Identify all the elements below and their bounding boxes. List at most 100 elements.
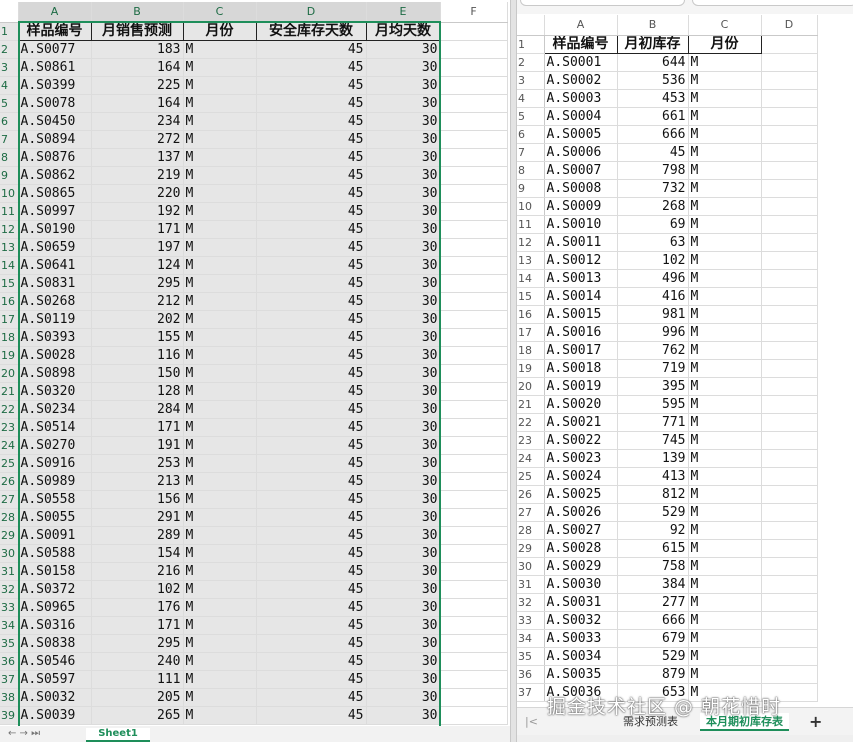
row-number[interactable]: 28 (0, 508, 19, 527)
table-cell[interactable]: M (183, 634, 257, 653)
empty-cell[interactable] (761, 575, 818, 594)
table-cell[interactable]: M (688, 107, 762, 126)
empty-cell[interactable] (440, 220, 508, 239)
table-cell[interactable]: A.S0035 (544, 665, 618, 684)
table-cell[interactable]: A.S0026 (544, 503, 618, 522)
table-cell[interactable]: A.S0514 (18, 418, 92, 437)
table-cell[interactable]: 116 (91, 346, 184, 365)
table-cell[interactable]: A.S0017 (544, 341, 618, 360)
table-cell[interactable]: M (688, 557, 762, 576)
table-cell[interactable]: A.S0861 (18, 58, 92, 77)
table-cell[interactable]: 45 (256, 634, 367, 653)
table-cell[interactable]: 124 (91, 256, 184, 275)
table-cell[interactable]: 45 (256, 310, 367, 329)
row-number[interactable]: 19 (0, 346, 19, 365)
empty-cell[interactable] (761, 323, 818, 342)
empty-cell[interactable] (440, 706, 508, 725)
table-cell[interactable]: A.S0119 (18, 310, 92, 329)
empty-cell[interactable] (440, 472, 508, 491)
table-cell[interactable]: A.S0077 (18, 40, 92, 59)
empty-cell[interactable] (440, 400, 508, 419)
table-cell[interactable]: 253 (91, 454, 184, 473)
empty-cell[interactable] (761, 107, 818, 126)
table-cell[interactable]: A.S0031 (544, 593, 618, 612)
column-title-cell[interactable]: 样品编号 (544, 35, 618, 54)
table-cell[interactable]: 30 (366, 328, 441, 347)
table-cell[interactable]: A.S0588 (18, 544, 92, 563)
table-cell[interactable]: M (183, 94, 257, 113)
table-cell[interactable]: 45 (256, 76, 367, 95)
table-cell[interactable]: A.S0013 (544, 269, 618, 288)
table-cell[interactable]: 45 (256, 454, 367, 473)
empty-cell[interactable] (761, 449, 818, 468)
empty-cell[interactable] (440, 292, 508, 311)
table-cell[interactable]: M (183, 400, 257, 419)
table-cell[interactable]: 45 (256, 94, 367, 113)
empty-cell[interactable] (761, 179, 818, 198)
table-cell[interactable]: A.S0030 (544, 575, 618, 594)
table-cell[interactable]: M (183, 652, 257, 671)
empty-cell[interactable] (440, 58, 508, 77)
table-cell[interactable]: 155 (91, 328, 184, 347)
row-number[interactable]: 4 (517, 89, 545, 108)
table-cell[interactable]: 30 (366, 418, 441, 437)
table-cell[interactable]: 719 (617, 359, 689, 378)
row-number[interactable]: 3 (517, 71, 545, 90)
table-cell[interactable]: M (688, 521, 762, 540)
table-cell[interactable]: M (688, 341, 762, 360)
table-cell[interactable]: 45 (256, 184, 367, 203)
empty-cell[interactable] (440, 364, 508, 383)
table-cell[interactable]: A.S0032 (18, 688, 92, 707)
row-number[interactable]: 21 (0, 382, 19, 401)
table-cell[interactable]: A.S0006 (544, 143, 618, 162)
table-cell[interactable]: 496 (617, 269, 689, 288)
table-cell[interactable]: 879 (617, 665, 689, 684)
table-cell[interactable]: M (688, 89, 762, 108)
table-cell[interactable]: 30 (366, 544, 441, 563)
row-number[interactable]: 39 (0, 706, 19, 725)
table-cell[interactable]: A.S0032 (544, 611, 618, 630)
row-number[interactable]: 5 (0, 94, 19, 113)
table-cell[interactable]: M (183, 526, 257, 545)
table-cell[interactable]: 45 (256, 706, 367, 725)
empty-cell[interactable] (440, 526, 508, 545)
table-cell[interactable]: 30 (366, 490, 441, 509)
table-cell[interactable]: M (688, 197, 762, 216)
empty-cell[interactable] (761, 647, 818, 666)
table-cell[interactable]: 30 (366, 688, 441, 707)
table-cell[interactable]: M (183, 382, 257, 401)
row-number[interactable]: 31 (0, 562, 19, 581)
table-cell[interactable]: A.S0399 (18, 76, 92, 95)
table-cell[interactable]: M (688, 305, 762, 324)
row-number[interactable]: 36 (0, 652, 19, 671)
table-cell[interactable]: 220 (91, 184, 184, 203)
table-cell[interactable]: 183 (91, 40, 184, 59)
column-header-a[interactable]: A (18, 2, 92, 23)
row-number[interactable]: 30 (517, 557, 545, 576)
empty-cell[interactable] (761, 89, 818, 108)
table-cell[interactable]: 45 (256, 148, 367, 167)
empty-cell[interactable] (440, 130, 508, 149)
empty-cell[interactable] (440, 454, 508, 473)
table-cell[interactable]: 30 (366, 454, 441, 473)
empty-cell[interactable] (440, 22, 508, 41)
empty-cell[interactable] (761, 197, 818, 216)
row-number[interactable]: 34 (517, 629, 545, 648)
table-cell[interactable]: M (688, 539, 762, 558)
row-number[interactable]: 17 (517, 323, 545, 342)
table-cell[interactable]: 137 (91, 148, 184, 167)
table-cell[interactable]: 45 (256, 616, 367, 635)
tab-sheet1[interactable]: Sheet1 (86, 728, 150, 742)
table-cell[interactable]: 30 (366, 508, 441, 527)
table-cell[interactable]: 45 (256, 346, 367, 365)
column-title-cell[interactable]: 月份 (688, 35, 762, 54)
table-cell[interactable]: A.S0007 (544, 161, 618, 180)
table-cell[interactable]: 762 (617, 341, 689, 360)
table-cell[interactable]: 171 (91, 418, 184, 437)
empty-cell[interactable] (440, 94, 508, 113)
table-cell[interactable]: A.S0028 (544, 539, 618, 558)
empty-cell[interactable] (761, 521, 818, 540)
table-cell[interactable]: 30 (366, 184, 441, 203)
table-cell[interactable]: A.S0020 (544, 395, 618, 414)
table-cell[interactable]: A.S0372 (18, 580, 92, 599)
